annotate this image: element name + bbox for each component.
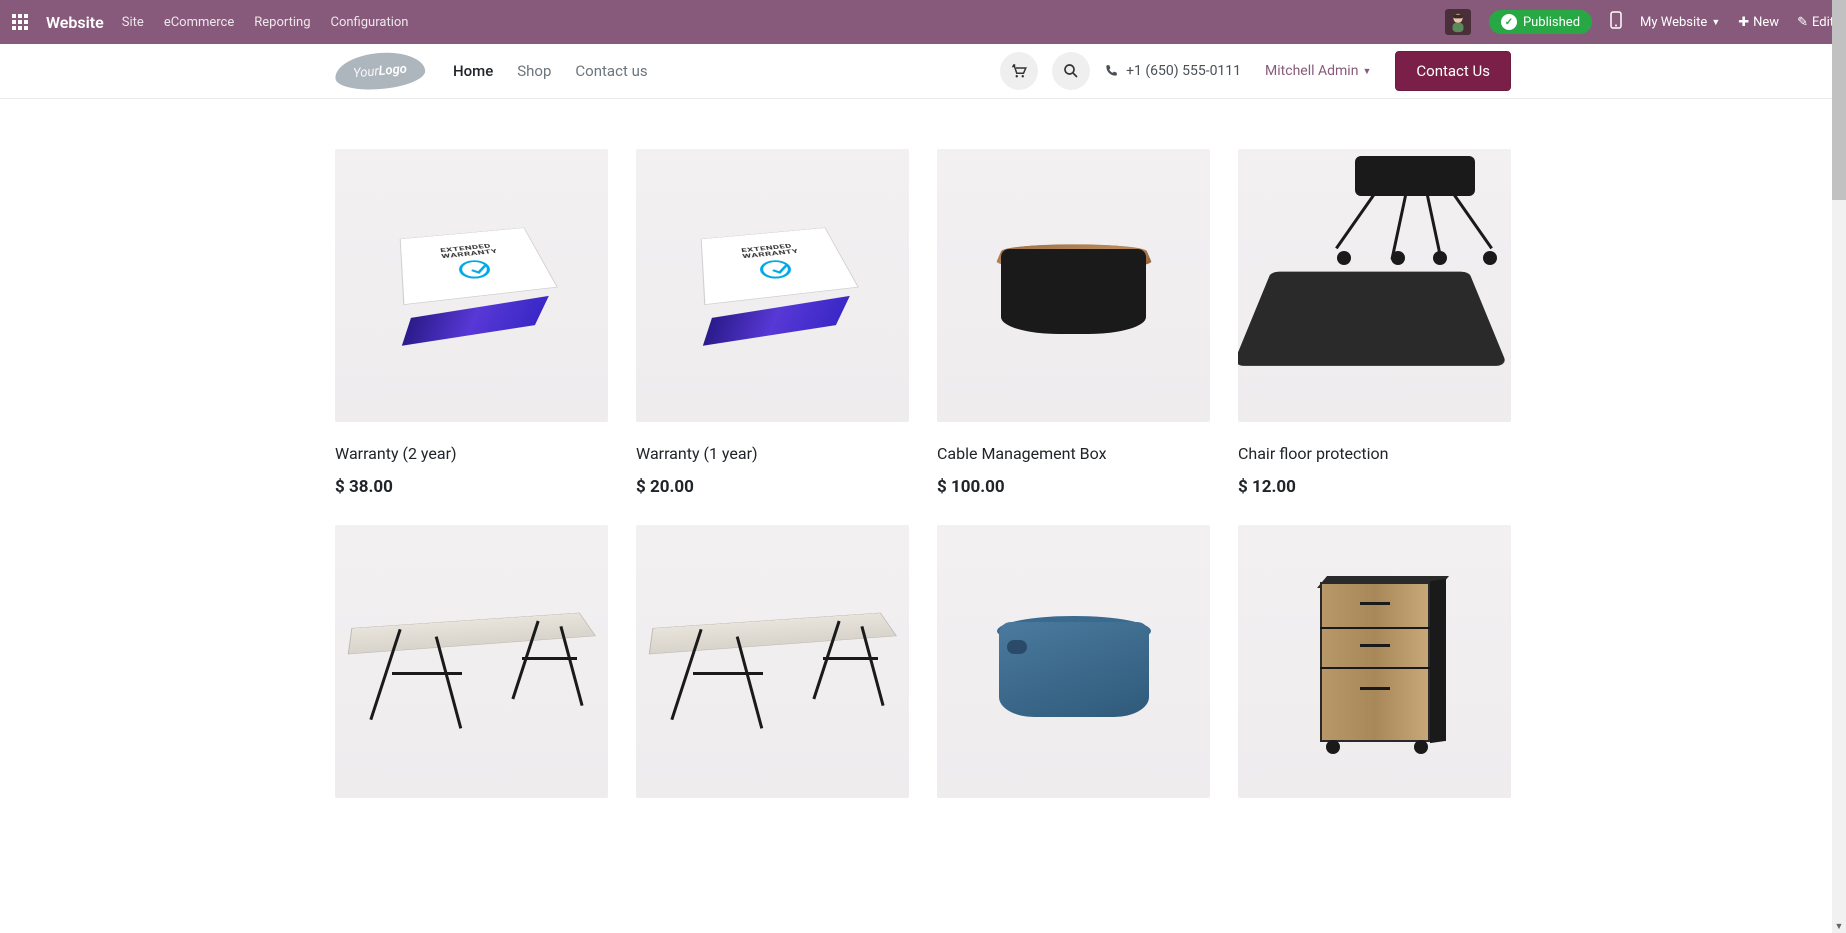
- product-image: [1238, 149, 1511, 422]
- cart-icon: [1010, 62, 1028, 80]
- product-price: $ 38.00: [335, 477, 608, 497]
- product-card[interactable]: Cable Management Box $ 100.00: [937, 149, 1210, 497]
- logo-logo: Logo: [378, 61, 407, 78]
- my-website-dropdown[interactable]: My Website ▼: [1640, 15, 1720, 30]
- apps-icon[interactable]: [12, 14, 28, 30]
- phone-info: +1 (650) 555-0111: [1104, 63, 1241, 79]
- scrollbar-down-arrow[interactable]: ▼: [1832, 919, 1846, 933]
- site-nav: Home Shop Contact us: [453, 62, 648, 80]
- user-dropdown[interactable]: Mitchell Admin ▼: [1265, 63, 1371, 79]
- product-price: $ 20.00: [636, 477, 909, 497]
- phone-number: +1 (650) 555-0111: [1126, 63, 1241, 79]
- menu-reporting[interactable]: Reporting: [254, 15, 310, 30]
- nav-home[interactable]: Home: [453, 62, 493, 80]
- product-price: $ 12.00: [1238, 477, 1511, 497]
- product-card[interactable]: EXTENDEDWARRANTY Warranty (2 year) $ 38.…: [335, 149, 608, 497]
- published-toggle[interactable]: ✓ Published: [1489, 10, 1592, 34]
- app-title[interactable]: Website: [46, 13, 104, 32]
- user-avatar[interactable]: [1445, 9, 1471, 35]
- plus-icon: ✚: [1738, 15, 1749, 30]
- menu-configuration[interactable]: Configuration: [331, 15, 409, 30]
- cart-button[interactable]: [1000, 52, 1038, 90]
- app-topbar: Website Site eCommerce Reporting Configu…: [0, 0, 1846, 44]
- published-label: Published: [1523, 15, 1580, 30]
- new-button[interactable]: ✚ New: [1738, 15, 1779, 30]
- product-price: $ 100.00: [937, 477, 1210, 497]
- product-title: Chair floor protection: [1238, 444, 1511, 463]
- edit-label: Edit: [1812, 15, 1834, 30]
- product-title: Warranty (1 year): [636, 444, 909, 463]
- user-name: Mitchell Admin: [1265, 63, 1358, 79]
- product-title: Cable Management Box: [937, 444, 1210, 463]
- product-image: EXTENDEDWARRANTY: [636, 149, 909, 422]
- site-header: YourLogo Home Shop Contact us +1 (650) 5…: [0, 44, 1846, 99]
- nav-shop[interactable]: Shop: [517, 62, 551, 80]
- site-logo[interactable]: YourLogo: [334, 49, 427, 93]
- product-card[interactable]: EXTENDEDWARRANTY Warranty (1 year) $ 20.…: [636, 149, 909, 497]
- topbar-menu: Site eCommerce Reporting Configuration: [122, 15, 409, 30]
- product-image: [1238, 525, 1511, 798]
- product-title: Warranty (2 year): [335, 444, 608, 463]
- edit-button[interactable]: ✎ Edit: [1797, 15, 1834, 30]
- menu-ecommerce[interactable]: eCommerce: [164, 15, 234, 30]
- product-card[interactable]: [1238, 525, 1511, 798]
- topbar-left: Website Site eCommerce Reporting Configu…: [12, 13, 408, 32]
- search-button[interactable]: [1052, 52, 1090, 90]
- product-image: [937, 149, 1210, 422]
- product-section: EXTENDEDWARRANTY Warranty (2 year) $ 38.…: [323, 99, 1523, 828]
- product-card[interactable]: Chair floor protection $ 12.00: [1238, 149, 1511, 497]
- search-icon: [1062, 62, 1080, 80]
- pencil-icon: ✎: [1797, 15, 1808, 30]
- new-label: New: [1753, 15, 1779, 30]
- product-card[interactable]: [335, 525, 608, 798]
- my-website-label: My Website: [1640, 15, 1707, 30]
- product-card[interactable]: [636, 525, 909, 798]
- product-image: EXTENDEDWARRANTY: [335, 149, 608, 422]
- site-header-right: +1 (650) 555-0111 Mitchell Admin ▼ Conta…: [1000, 51, 1511, 91]
- product-image: [335, 525, 608, 798]
- nav-contact[interactable]: Contact us: [575, 62, 647, 80]
- vertical-scrollbar[interactable]: ▼: [1832, 0, 1846, 933]
- topbar-right: ✓ Published My Website ▼ ✚ New ✎ Edit: [1445, 9, 1834, 35]
- phone-icon: [1104, 64, 1118, 78]
- contact-us-button[interactable]: Contact Us: [1395, 51, 1511, 91]
- product-card[interactable]: [937, 525, 1210, 798]
- mobile-preview-icon[interactable]: [1610, 11, 1622, 33]
- product-image: [937, 525, 1210, 798]
- menu-site[interactable]: Site: [122, 15, 144, 30]
- scrollbar-thumb[interactable]: [1832, 0, 1846, 200]
- logo-your: Your: [353, 64, 380, 81]
- product-image: [636, 525, 909, 798]
- caret-down-icon: ▼: [1362, 66, 1371, 77]
- caret-down-icon: ▼: [1711, 17, 1720, 28]
- product-grid: EXTENDEDWARRANTY Warranty (2 year) $ 38.…: [335, 149, 1511, 798]
- check-icon: ✓: [1501, 14, 1517, 30]
